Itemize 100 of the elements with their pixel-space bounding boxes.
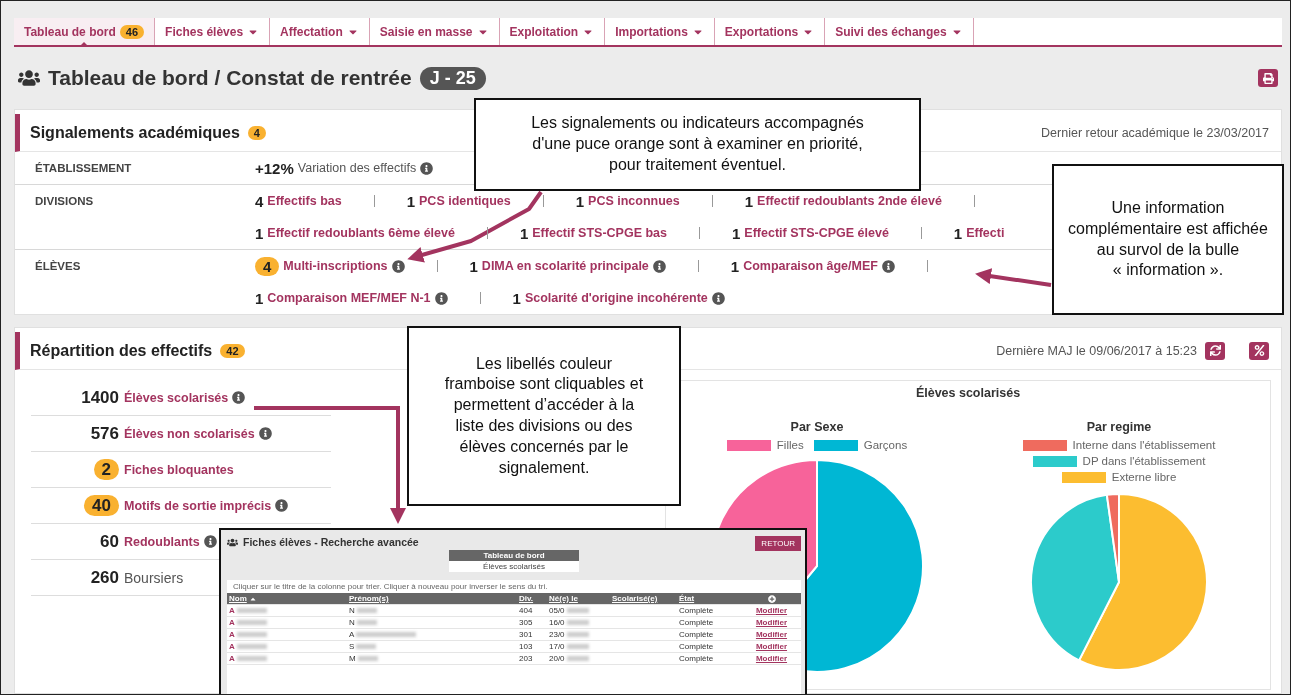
name-link[interactable]: A [229,630,235,639]
column-header[interactable]: Prénom(s) [349,594,519,603]
info-icon[interactable] [881,259,895,273]
blurred-text [236,608,267,613]
chart-subtitle: Par regime [1086,420,1152,434]
blurred-text [566,620,589,625]
edit-link[interactable]: Modifier [755,642,788,651]
legend-label: Interne dans l'établissement [1072,439,1216,451]
blurred-text [236,632,267,637]
countdown-badge: J - 25 [419,66,486,90]
table-cell: 16/0 [549,618,565,627]
hint-text: Cliquer sur le titre de la colonne pour trier. Cliquer à nouveau pour inverser le sens du tri. [232,581,549,593]
blurred-text [566,632,589,637]
count-badge: 40 [84,494,119,516]
stat-link[interactable]: Élèves non scolarisés [124,426,255,441]
legend-label: Garçons [863,439,908,451]
table-cell-text: Complète [679,654,715,663]
column-header[interactable]: Né(e) le [549,594,612,603]
percent-button[interactable] [1249,341,1269,360]
count: 1 [732,224,741,242]
stat-link[interactable]: Fiches bloquantes [124,462,234,477]
legend-label: Filles [776,439,804,451]
count: 60 [100,531,119,551]
edit-link[interactable]: Modifier [755,654,788,663]
info-icon[interactable] [652,259,666,273]
blurred-text [356,608,377,613]
count-badge: 4 [247,125,266,140]
count: 1400 [81,387,119,407]
indicator-link[interactable]: PCS inconnues [588,194,680,208]
info-icon[interactable] [275,499,289,512]
name-link[interactable]: A [229,654,235,663]
table-cell: S [349,642,355,651]
table-cell: 17/0 [549,642,565,651]
column-header[interactable]: Scolarisé(e) [612,594,679,603]
info-icon[interactable] [711,291,725,305]
info-icon[interactable] [258,427,272,440]
refresh-button[interactable] [1205,341,1225,360]
name-link[interactable]: A [229,606,235,615]
blurred-text [566,608,589,613]
legend-label: Externe libre [1111,471,1177,483]
print-button[interactable] [1258,69,1278,87]
column-header[interactable]: État [679,594,744,603]
indicator-link[interactable]: Effectifs bas [267,194,342,208]
indicator-link[interactable]: DIMA en scolarité principale [481,259,649,273]
info-icon[interactable] [232,391,246,404]
edit-link[interactable]: Modifier [755,606,788,615]
blurred-text [236,620,267,625]
column-header[interactable]: Nom [229,594,349,603]
indicator-link[interactable]: Effectif redoublants 6ème élevé [267,226,455,240]
last-return-text: Dernier retour académique le 23/03/2017 [1041,125,1269,140]
refresh-icon [1209,345,1221,356]
info-icon[interactable] [420,161,434,175]
indicator-link[interactable]: PCS identiques [419,194,511,208]
stat-link[interactable]: Motifs de sortie imprécis [124,498,272,513]
blurred-text [356,632,417,637]
count: 1 [730,257,740,275]
info-icon[interactable] [434,291,448,305]
table-cell: M [349,654,356,663]
count: 576 [90,423,119,443]
table-cell-text: 203 [519,654,534,663]
count: 1 [744,192,754,210]
count: 1 [512,289,521,307]
indicator-link[interactable]: Effectif redoublants 2nde élevé [757,194,942,208]
users-icon [18,67,40,89]
table-cell-text: Complète [679,642,715,651]
edit-link[interactable]: Modifier [755,630,788,639]
name-link[interactable]: A [229,642,235,651]
edit-link[interactable]: Modifier [755,618,788,627]
indicator-link[interactable]: Scolarité d'origine incohérente [524,291,708,305]
add-icon[interactable] [767,594,776,603]
count-badge: 46 [119,24,145,39]
count: 1 [575,192,585,210]
indicator-link[interactable]: Multi-inscriptions [283,259,388,273]
stat-label: Boursiers [124,569,184,586]
info-icon[interactable] [203,535,217,548]
indicator-link[interactable]: Effectif STS-CPGE bas [532,226,667,240]
info-icon[interactable] [391,259,405,273]
row-label: DIVISIONS [35,194,95,209]
column-header[interactable]: Div. [519,594,549,603]
table-cell-text: Complète [679,618,715,627]
stat-link[interactable]: Redoublants [124,534,200,549]
indicator-link[interactable]: Comparaison MEF/MEF N-1 [267,291,431,305]
stat-link[interactable]: Élèves scolarisés [124,390,229,405]
nav-tab[interactable]: Tableau de bord 46 [14,18,156,45]
name-link[interactable]: A [229,618,235,627]
indicator-link[interactable]: Comparaison âge/MEF [743,259,878,273]
indicator-link[interactable]: Effecti [966,226,1005,240]
indicator-label: Variation des effectifs [297,161,417,175]
row-label: ÉLÈVES [35,259,82,274]
count: 1 [255,289,264,307]
callout-box: Les libellés couleur framboise sont cliquables et permettent d’accéder à la liste des divisions ou des élèves concernés par le signalement. [407,326,681,506]
count: 1 [953,224,963,242]
back-button[interactable]: RETOUR [755,536,801,551]
count: 1 [519,224,529,242]
indicator-link[interactable]: Effectif STS-CPGE élevé [744,226,889,240]
blurred-text [566,656,589,661]
table-cell: 05/0 [549,606,565,615]
count-badge: 2 [93,458,119,480]
count: +12% [255,159,294,177]
table-cell-text: Complète [679,606,715,615]
